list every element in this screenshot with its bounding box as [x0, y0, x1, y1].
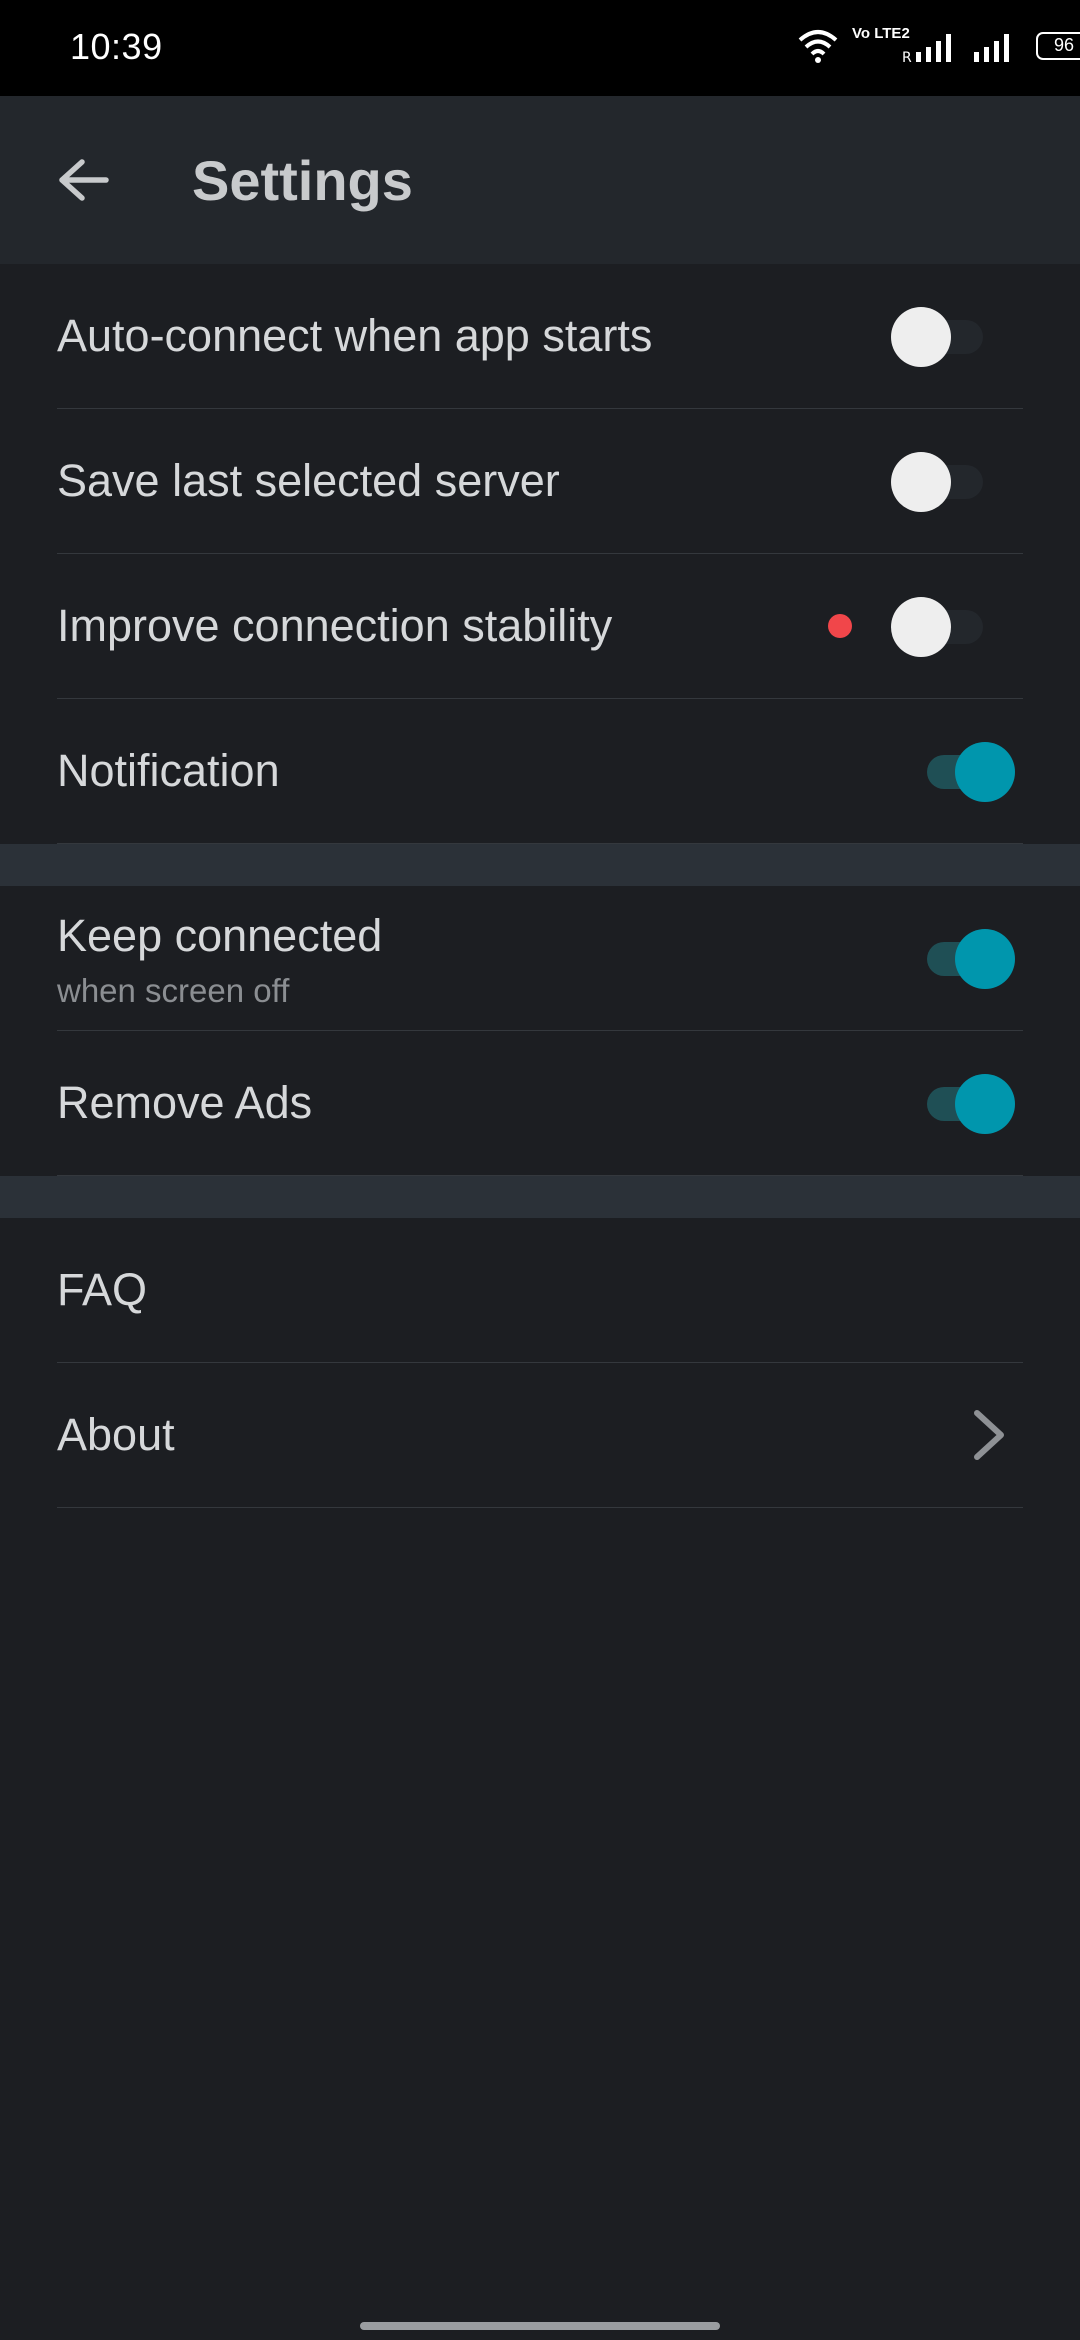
setting-label: Save last selected server	[57, 455, 560, 506]
connection-settings-section: Auto-connect when app starts Save last s…	[0, 264, 1080, 844]
home-indicator[interactable]	[360, 2322, 720, 2330]
setting-row-auto-connect[interactable]: Auto-connect when app starts	[57, 264, 1023, 409]
battery-indicator: 96	[1036, 32, 1080, 60]
setting-label-group: Keep connected when screen off	[57, 910, 382, 1010]
keep-connected-toggle[interactable]	[915, 923, 1015, 993]
new-feature-badge	[828, 614, 852, 638]
background-settings-section: Keep connected when screen off Remove Ad…	[0, 886, 1080, 1176]
improve-stability-toggle[interactable]	[891, 591, 991, 661]
save-last-server-toggle[interactable]	[891, 446, 991, 516]
faq-label: FAQ	[57, 1264, 148, 1315]
auto-connect-toggle[interactable]	[891, 301, 991, 371]
signal-strength-icon-2	[974, 34, 1009, 62]
setting-row-save-last-server[interactable]: Save last selected server	[57, 409, 1023, 554]
wifi-icon	[798, 30, 838, 63]
notification-toggle[interactable]	[915, 736, 1015, 806]
status-time: 10:39	[70, 26, 163, 67]
remove-ads-toggle[interactable]	[915, 1068, 1015, 1138]
status-bar: 10:39 Vo LTE2 R 96	[0, 0, 1080, 96]
app-bar: Settings	[0, 96, 1080, 264]
about-label: About	[57, 1409, 175, 1460]
setting-label: Improve connection stability	[57, 600, 613, 651]
faq-item[interactable]: FAQ	[57, 1218, 1023, 1363]
section-divider	[0, 844, 1080, 886]
setting-label: Remove Ads	[57, 1077, 313, 1128]
back-arrow-icon	[59, 159, 109, 201]
setting-sublabel: when screen off	[57, 972, 290, 1009]
setting-label: Keep connected	[57, 910, 383, 961]
status-icons: Vo LTE2 R 96	[680, 0, 1080, 96]
setting-label: Auto-connect when app starts	[57, 310, 653, 361]
setting-row-notification[interactable]: Notification	[57, 699, 1023, 844]
setting-label: Notification	[57, 745, 280, 796]
signal-strength-icon-1: R	[902, 34, 951, 64]
setting-row-improve-stability[interactable]: Improve connection stability	[57, 554, 1023, 699]
back-button[interactable]	[36, 132, 132, 228]
page-title: Settings	[192, 149, 413, 212]
info-section: FAQ About	[0, 1218, 1080, 1508]
section-divider	[0, 1176, 1080, 1218]
setting-row-remove-ads[interactable]: Remove Ads	[57, 1031, 1023, 1176]
setting-row-keep-connected[interactable]: Keep connected when screen off	[57, 886, 1023, 1031]
roaming-indicator: R	[902, 50, 912, 64]
chevron-right-icon	[974, 1410, 1004, 1460]
about-item[interactable]: About	[57, 1363, 1023, 1508]
